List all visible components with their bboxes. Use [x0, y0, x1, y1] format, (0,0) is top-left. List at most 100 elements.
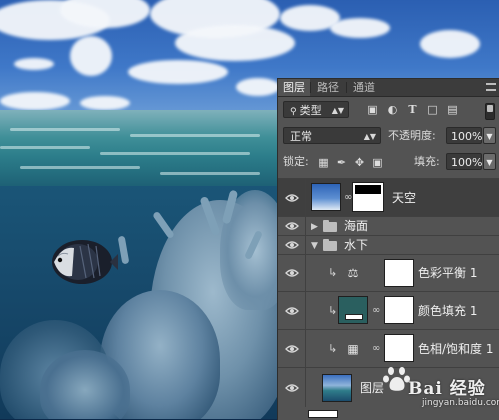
layer-row-color-fill[interactable]: ↳ ∞ 颜色填充 1 — [278, 291, 499, 329]
opacity-slider-toggle[interactable]: ▼ — [483, 127, 496, 144]
fill-swatch-marker — [345, 314, 363, 320]
link-chain-icon[interactable]: ∞ — [372, 343, 380, 355]
clipping-arrow-icon: ↳ — [328, 304, 338, 317]
link-chain-icon[interactable]: ∞ — [372, 305, 380, 317]
cloud — [175, 25, 295, 61]
fill-input[interactable]: 100% — [446, 153, 482, 170]
balance-scale-icon[interactable]: ⚖ — [344, 266, 362, 280]
layer-row-underwater[interactable]: ▼ 水下 — [278, 235, 499, 254]
layer-name[interactable]: 色相/饱和度 1 — [418, 342, 494, 356]
blend-row: 正常 ▲▼ 不透明度: 100% ▼ — [278, 127, 499, 149]
layer-mask-thumbnail[interactable] — [384, 296, 414, 324]
layer-thumbnail-sky[interactable] — [311, 183, 341, 211]
layer-row-color-balance[interactable]: ↳ ⚖ 色彩平衡 1 — [278, 254, 499, 291]
eye-icon[interactable] — [285, 239, 299, 251]
clipping-arrow-icon: ↳ — [328, 342, 338, 355]
layer-mask-thumbnail[interactable] — [352, 182, 384, 212]
chevron-updown-icon: ▲▼ — [331, 106, 344, 115]
lock-transparent-pixels-icon[interactable]: ▦ — [318, 157, 329, 168]
eye-icon[interactable] — [285, 382, 299, 394]
layer-row-image[interactable]: 图层 — [278, 367, 499, 407]
type-filter-icon[interactable]: T — [406, 104, 419, 116]
clipping-arrow-icon: ↳ — [328, 266, 338, 279]
filter-kind-label: 类型 — [299, 104, 322, 117]
lock-all-icon[interactable]: ▣ — [372, 157, 383, 168]
filter-kind-dropdown[interactable]: ⚲ 类型 ▲▼ — [283, 101, 349, 118]
layer-thumbnail-partial — [308, 410, 338, 418]
layer-row-sea-surface[interactable]: ▶ 海面 — [278, 216, 499, 235]
layer-name[interactable]: 图层 — [360, 381, 384, 395]
blend-mode-dropdown[interactable]: 正常 ▲▼ — [283, 127, 381, 144]
lock-image-pixels-icon[interactable]: ✒ — [336, 157, 347, 168]
wave — [130, 134, 260, 137]
wave — [10, 128, 120, 131]
eye-icon[interactable] — [285, 192, 299, 204]
layer-name[interactable]: 水下 — [344, 238, 368, 252]
tab-layers[interactable]: 图层 — [278, 79, 310, 96]
folder-icon — [323, 220, 337, 232]
layer-row-sky[interactable]: ∞ 天空 — [278, 178, 499, 216]
panel-menu-icon[interactable] — [486, 83, 496, 91]
eye-icon[interactable] — [285, 267, 299, 279]
layer-row-hue-saturation[interactable]: ↳ ▦ ∞ 色相/饱和度 1 — [278, 329, 499, 367]
chevron-down-icon[interactable]: ▼ — [311, 241, 318, 251]
wave — [100, 152, 250, 155]
visibility-column — [305, 368, 306, 407]
adjustment-filter-icon[interactable]: ◐ — [386, 104, 399, 116]
tab-paths[interactable]: 路径 — [312, 79, 344, 96]
lock-label: 锁定: — [283, 155, 309, 168]
layer-mask-thumbnail[interactable] — [384, 334, 414, 362]
smart-object-filter-icon[interactable]: ▤ — [446, 104, 459, 116]
cloud — [236, 78, 280, 96]
layers-list: ∞ 天空 ▶ 海面 ▼ 水下 ↳ ⚖ 色彩平衡 1 ↳ ∞ 颜色填充 1 ↳ ▦… — [278, 178, 499, 420]
tab-separator — [310, 82, 311, 93]
folder-open-icon — [323, 239, 337, 251]
fill-label: 填充: — [414, 155, 440, 168]
visibility-column — [305, 179, 306, 216]
blend-mode-value: 正常 — [290, 130, 312, 143]
layer-name[interactable]: 色彩平衡 1 — [418, 266, 477, 280]
layer-thumbnail-image[interactable] — [322, 374, 352, 402]
shape-filter-icon[interactable]: □ — [426, 104, 439, 116]
cloud — [128, 60, 228, 84]
cloud — [14, 58, 54, 70]
visibility-column — [305, 292, 306, 329]
hue-saturation-icon[interactable]: ▦ — [344, 342, 362, 356]
filter-toggle-switch[interactable] — [485, 103, 495, 120]
pixel-filter-icon[interactable]: ▣ — [366, 104, 379, 116]
fill-slider-toggle[interactable]: ▼ — [483, 153, 496, 170]
cloud — [80, 96, 130, 110]
layer-mask-thumbnail[interactable] — [384, 259, 414, 287]
opacity-input[interactable]: 100% — [446, 127, 482, 144]
cloud — [70, 36, 112, 76]
search-icon: ⚲ — [290, 107, 297, 117]
panel-tab-bar: 图层 路径 通道 — [278, 79, 499, 97]
lock-row: 锁定: ▦ ✒ ✥ ▣ 填充: 100% ▼ — [278, 153, 499, 175]
tab-channels[interactable]: 通道 — [348, 79, 380, 96]
layer-name[interactable]: 海面 — [344, 219, 368, 233]
butterflyfish — [52, 240, 118, 284]
chevron-down-icon: ▼ — [486, 158, 493, 167]
cloud — [420, 30, 480, 58]
eye-icon[interactable] — [285, 220, 299, 232]
wave — [0, 146, 90, 149]
wave — [20, 166, 140, 169]
cloud — [0, 92, 70, 110]
chevron-down-icon: ▼ — [486, 132, 493, 141]
wave — [160, 172, 260, 175]
visibility-column — [305, 217, 306, 235]
eye-icon[interactable] — [285, 305, 299, 317]
tab-separator — [346, 82, 347, 93]
layer-name[interactable]: 颜色填充 1 — [418, 304, 477, 318]
lock-position-icon[interactable]: ✥ — [354, 157, 365, 168]
chevron-updown-icon: ▲▼ — [363, 132, 376, 141]
visibility-column — [305, 330, 306, 367]
chevron-right-icon[interactable]: ▶ — [311, 222, 318, 232]
filter-row: ⚲ 类型 ▲▼ ▣ ◐ T □ ▤ — [278, 101, 499, 123]
eye-icon[interactable] — [285, 343, 299, 355]
layer-name[interactable]: 天空 — [392, 191, 416, 205]
link-chain-icon[interactable]: ∞ — [344, 192, 352, 204]
layers-panel: 图层 路径 通道 ⚲ 类型 ▲▼ ▣ ◐ T □ ▤ 正常 ▲▼ 不透明度: 10… — [277, 78, 499, 420]
fill-color-swatch[interactable] — [338, 296, 368, 324]
visibility-column — [305, 236, 306, 254]
